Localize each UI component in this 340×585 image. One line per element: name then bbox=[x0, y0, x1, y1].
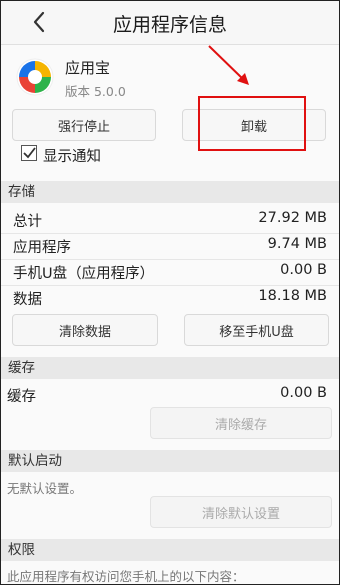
app-logo-icon bbox=[16, 58, 54, 96]
section-header-storage: 存储 bbox=[1, 181, 339, 203]
divider bbox=[1, 233, 339, 234]
storage-row-label: 总计 bbox=[13, 214, 42, 230]
cache-value: 0.00 B bbox=[280, 385, 327, 401]
annotation-highlight-box bbox=[198, 96, 306, 151]
permissions-text: 此应用程序有权访问您手机上的以下内容： bbox=[7, 569, 245, 584]
checkmark-icon bbox=[23, 147, 36, 159]
no-default-text: 无默认设置。 bbox=[7, 481, 83, 496]
storage-row-value: 18.18 MB bbox=[258, 288, 327, 304]
app-version: 版本 5.0.0 bbox=[65, 84, 126, 99]
show-notification-label: 显示通知 bbox=[43, 149, 101, 165]
annotation-arrow-icon bbox=[208, 45, 249, 85]
storage-row-label: 应用程序 bbox=[13, 240, 71, 256]
show-notification-checkbox[interactable] bbox=[21, 145, 37, 161]
storage-row-value: 0.00 B bbox=[280, 262, 327, 278]
section-header-cache: 缓存 bbox=[1, 357, 339, 379]
section-header-default-launch: 默认启动 bbox=[1, 450, 339, 472]
move-to-usb-button[interactable]: 移至手机U盘 bbox=[184, 314, 329, 346]
title-bar: 应用程序信息 bbox=[1, 1, 339, 45]
clear-defaults-button[interactable]: 清除默认设置 bbox=[150, 496, 332, 528]
clear-cache-button[interactable]: 清除缓存 bbox=[150, 407, 332, 439]
storage-row-label: 数据 bbox=[13, 292, 42, 308]
storage-row-value: 9.74 MB bbox=[267, 236, 327, 252]
divider bbox=[1, 285, 339, 286]
force-stop-button[interactable]: 强行停止 bbox=[12, 109, 156, 141]
storage-row-label: 手机U盘（应用程序） bbox=[13, 266, 155, 282]
app-name: 应用宝 bbox=[65, 59, 111, 77]
section-header-permissions: 权限 bbox=[1, 539, 339, 561]
divider bbox=[1, 259, 339, 260]
cache-label: 缓存 bbox=[7, 389, 36, 405]
storage-row-value: 27.92 MB bbox=[258, 210, 327, 226]
clear-data-button[interactable]: 清除数据 bbox=[12, 314, 158, 346]
page-title: 应用程序信息 bbox=[112, 14, 227, 36]
